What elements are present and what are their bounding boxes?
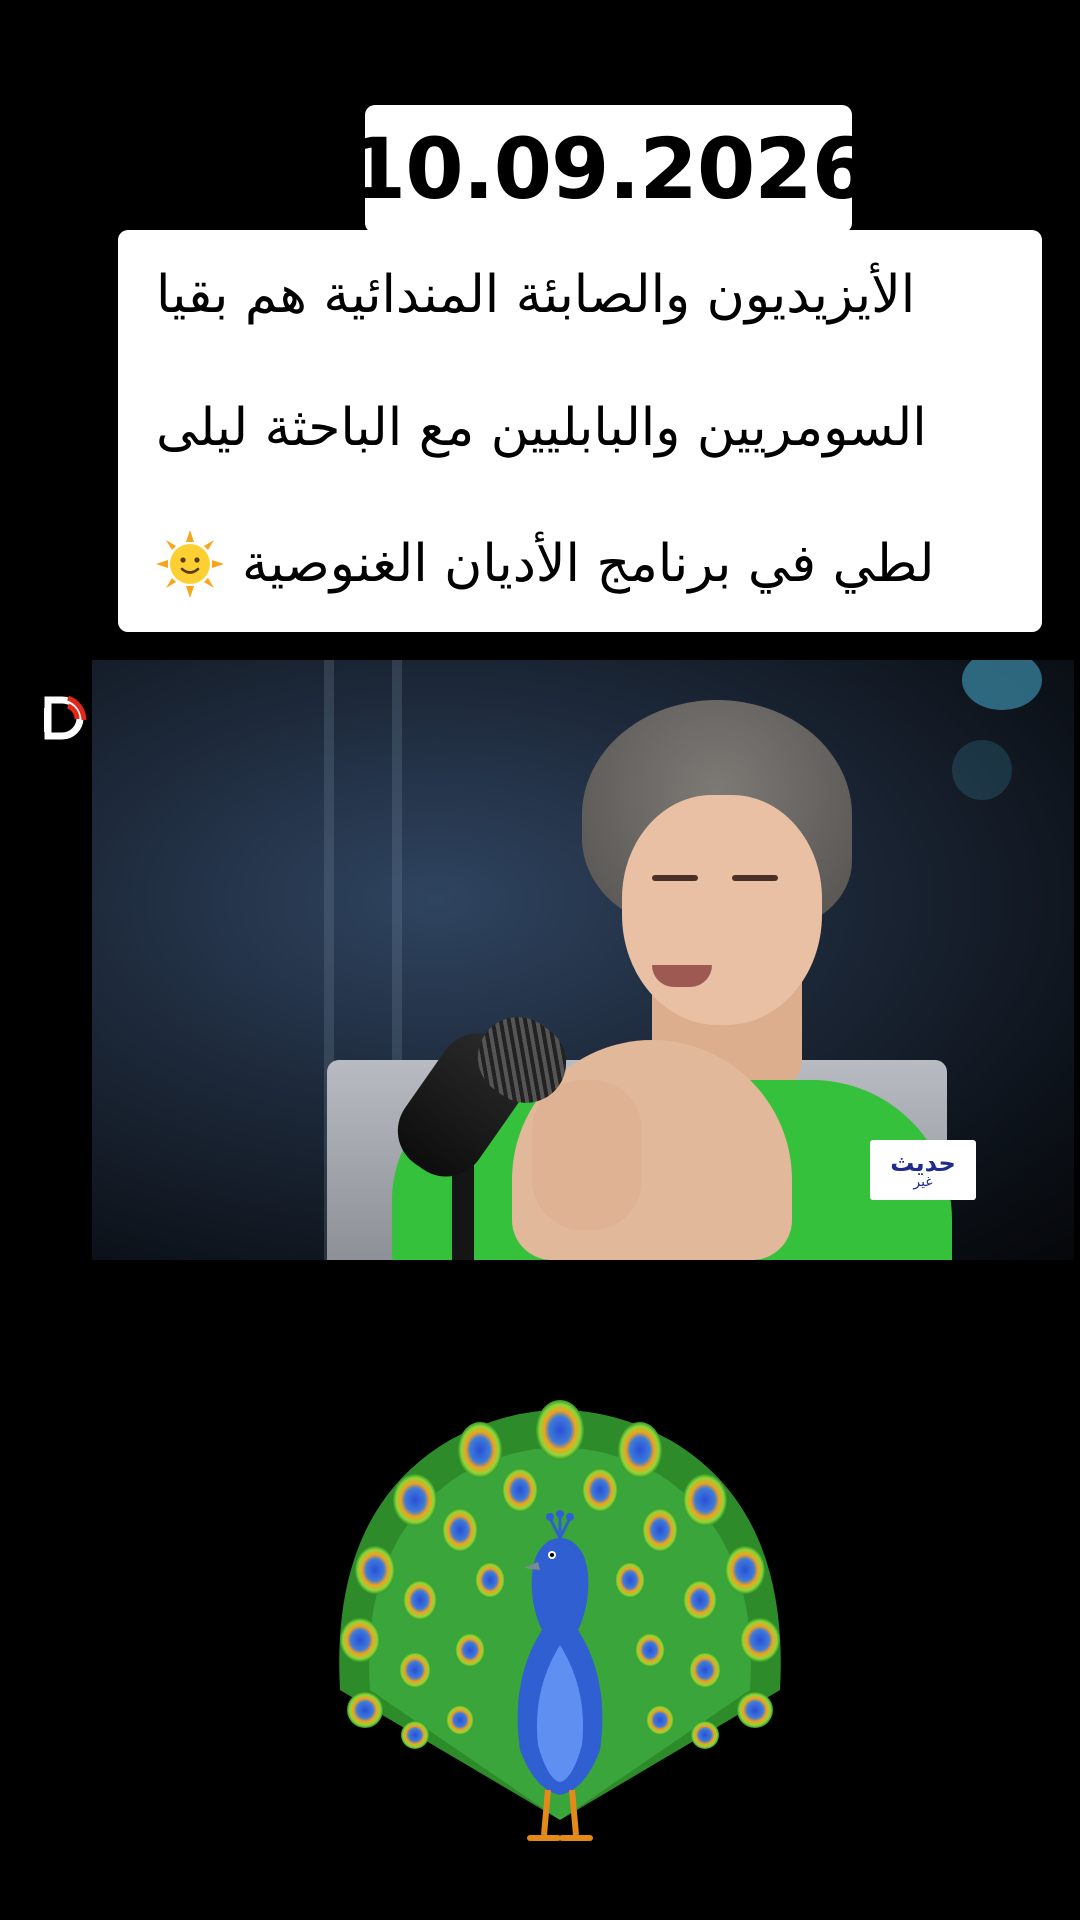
caption-line-3-text: لطي في برنامج الأديان الغنوصية	[242, 534, 935, 594]
bokeh-light	[952, 740, 1012, 800]
caption-line-2: السومريين والبابليين مع الباحثة ليلى	[118, 360, 1042, 496]
speaker-eye	[652, 875, 698, 881]
speaker-face	[622, 795, 822, 1025]
bokeh-light	[962, 660, 1042, 710]
channel-logo-line1: حديث	[890, 1149, 956, 1177]
caption-line-3: لطي في برنامج الأديان الغنوصية	[118, 496, 1042, 632]
date-text: 10.09.2026	[347, 120, 870, 218]
channel-logo: حديث غير	[870, 1140, 976, 1200]
peacock-icon	[320, 1390, 800, 1850]
channel-logo-line2: غير	[913, 1174, 933, 1190]
speaker-eye	[732, 875, 778, 881]
channel-watermark-icon	[34, 690, 90, 746]
speaker-hand	[532, 1080, 642, 1230]
video-frame[interactable]: حديث غير	[92, 660, 1074, 1260]
caption-line-1: الأيزيديون والصابئة المندائية هم بقيا	[118, 230, 1042, 360]
date-label-box: 10.09.2026	[348, 105, 870, 233]
caption-line-1-text: الأيزيديون والصابئة المندائية هم بقيا	[156, 265, 916, 325]
caption-line-2-text: السومريين والبابليين مع الباحثة ليلى	[156, 398, 927, 458]
sun-with-face-icon	[156, 530, 224, 598]
caption-block: الأيزيديون والصابئة المندائية هم بقيا ال…	[118, 230, 1042, 632]
